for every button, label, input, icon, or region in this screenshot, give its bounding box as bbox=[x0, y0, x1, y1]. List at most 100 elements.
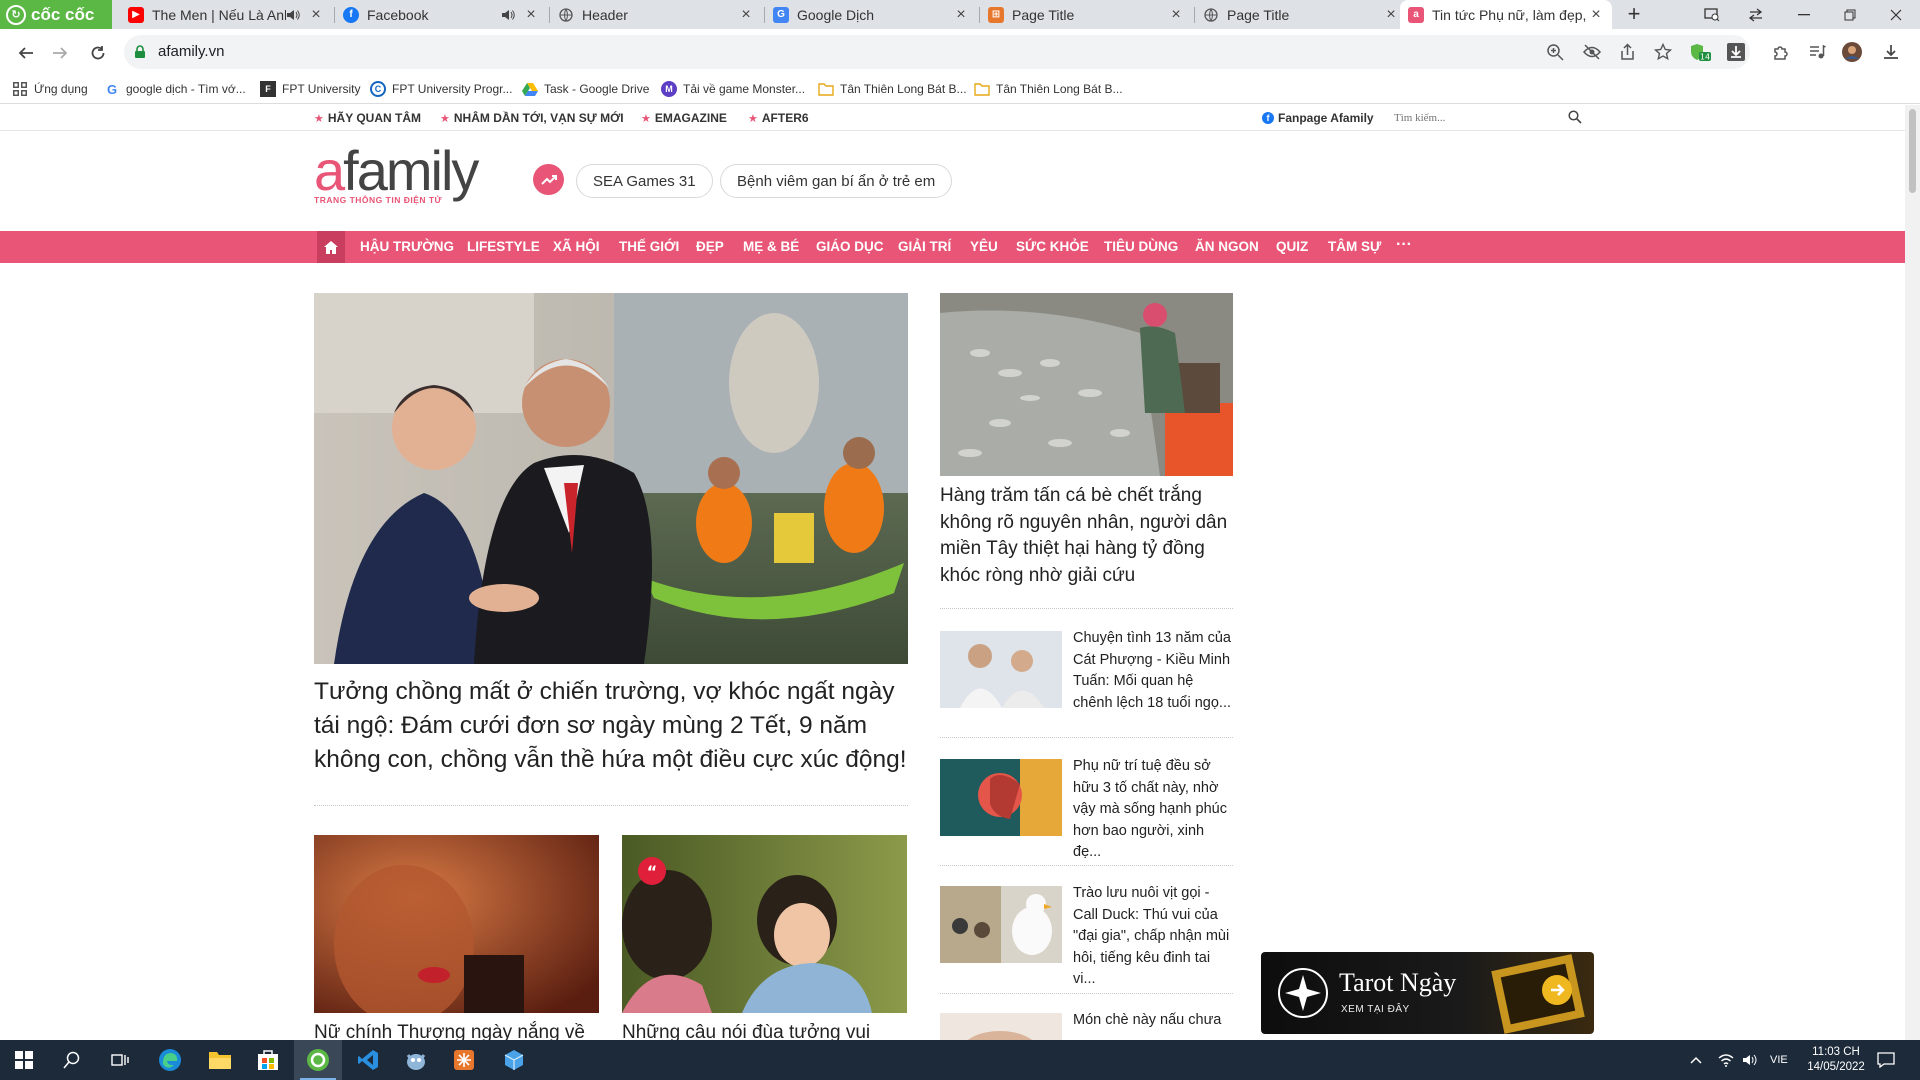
windows-start-icon[interactable] bbox=[0, 1040, 48, 1080]
tab-page-title-2[interactable]: Page Title × bbox=[1195, 0, 1407, 29]
nav-xa-hoi[interactable]: XÃ HỘI bbox=[553, 239, 600, 254]
nav-hau-truong[interactable]: HẬU TRƯỜNG bbox=[360, 239, 454, 254]
tab-header[interactable]: Header × bbox=[550, 0, 762, 29]
nav-giao-duc[interactable]: GIÁO DỤC bbox=[816, 239, 884, 254]
nav-tam-su[interactable]: TÂM SỰ bbox=[1328, 239, 1381, 254]
reload-icon[interactable] bbox=[86, 41, 110, 65]
new-tab-button[interactable]: + bbox=[1620, 0, 1648, 29]
toplink-nham-dan[interactable]: ★ NHÂM DẦN TỚI, VẠN SỰ MỚI bbox=[440, 111, 624, 125]
close-tab-icon[interactable]: × bbox=[308, 6, 324, 24]
download-icon[interactable] bbox=[1879, 40, 1903, 64]
bookmark-game-monster[interactable]: M Tải về game Monster... bbox=[661, 79, 805, 99]
secure-lock-icon[interactable] bbox=[134, 45, 146, 59]
close-tab-icon[interactable]: × bbox=[1168, 6, 1184, 24]
bookmark-thien-long-2[interactable]: Tân Thiên Long Bát B... bbox=[974, 79, 1123, 99]
nav-tieu-dung[interactable]: TIÊU DÙNG bbox=[1104, 239, 1178, 254]
nav-more[interactable]: ··· bbox=[1396, 236, 1412, 254]
site-search-input[interactable] bbox=[1392, 108, 1562, 128]
hero-article-image[interactable] bbox=[314, 293, 908, 664]
language-indicator[interactable]: VIE bbox=[1770, 1040, 1788, 1080]
nav-lifestyle[interactable]: LIFESTYLE bbox=[467, 239, 540, 254]
share-icon[interactable] bbox=[1615, 40, 1639, 64]
sub-article-title-1[interactable]: Nữ chính Thượng ngày nắng về bbox=[314, 1022, 585, 1040]
page-scrollbar[interactable] bbox=[1905, 105, 1920, 1040]
edge-icon[interactable] bbox=[146, 1040, 194, 1080]
nav-an-ngon[interactable]: ĂN NGON bbox=[1195, 239, 1259, 254]
tab-youtube[interactable]: ▶ The Men | Nếu Là Anh × bbox=[120, 0, 332, 29]
speaker-icon[interactable] bbox=[501, 9, 517, 21]
nav-me-be[interactable]: MẸ & BÉ bbox=[743, 239, 799, 254]
sub-article-image-1[interactable] bbox=[314, 835, 599, 1013]
tab-search-icon[interactable] bbox=[1690, 0, 1734, 29]
close-window-icon[interactable] bbox=[1874, 0, 1918, 29]
media-controls-icon[interactable] bbox=[1805, 40, 1829, 64]
profile-avatar[interactable] bbox=[1840, 40, 1864, 64]
bookmark-apps[interactable]: Ứng dụng bbox=[12, 79, 88, 99]
notification-icon[interactable] bbox=[1877, 1040, 1895, 1080]
wifi-icon[interactable] bbox=[1718, 1040, 1734, 1080]
minimize-icon[interactable] bbox=[1782, 0, 1826, 29]
system-clock[interactable]: 11:03 CH 14/05/2022 bbox=[1799, 1045, 1873, 1075]
close-tab-icon[interactable]: × bbox=[738, 6, 754, 24]
restore-icon[interactable] bbox=[1828, 0, 1872, 29]
close-tab-icon[interactable]: × bbox=[953, 6, 969, 24]
html-editor-icon[interactable] bbox=[440, 1040, 488, 1080]
bookmark-fpt-program[interactable]: C FPT University Progr... bbox=[370, 79, 512, 99]
side-main-image[interactable] bbox=[940, 293, 1233, 476]
nav-giai-tri[interactable]: GIẢI TRÍ bbox=[898, 239, 951, 254]
bookmark-star-icon[interactable] bbox=[1651, 40, 1675, 64]
bookmark-google-drive[interactable]: Task - Google Drive bbox=[522, 79, 649, 99]
nav-quiz[interactable]: QUIZ bbox=[1276, 239, 1308, 254]
microsoft-store-icon[interactable] bbox=[244, 1040, 292, 1080]
close-tab-icon[interactable]: × bbox=[523, 6, 539, 24]
fanpage-link[interactable]: f Fanpage Afamily bbox=[1262, 111, 1374, 125]
tab-google-translate[interactable]: G Google Dịch × bbox=[765, 0, 977, 29]
nav-suc-khoe[interactable]: SỨC KHỎE bbox=[1016, 239, 1089, 254]
back-icon[interactable] bbox=[14, 41, 38, 65]
show-hidden-icons[interactable] bbox=[1690, 1040, 1702, 1080]
app-cat-icon[interactable] bbox=[392, 1040, 440, 1080]
file-explorer-icon[interactable] bbox=[196, 1040, 244, 1080]
toplink-after6[interactable]: ★ AFTER6 bbox=[748, 111, 809, 125]
tab-page-title-1[interactable]: ⊞ Page Title × bbox=[980, 0, 1192, 29]
back-forward-cache-icon[interactable] bbox=[1734, 0, 1778, 29]
hero-article-title[interactable]: Tưởng chồng mất ở chiến trường, vợ khóc … bbox=[314, 675, 910, 777]
vscode-icon[interactable] bbox=[344, 1040, 392, 1080]
close-tab-icon[interactable]: × bbox=[1383, 6, 1399, 24]
extensions-puzzle-icon[interactable] bbox=[1769, 40, 1793, 64]
sub-article-image-2[interactable]: “ bbox=[622, 835, 907, 1013]
zoom-icon[interactable] bbox=[1543, 40, 1567, 64]
afamily-logo[interactable]: afamily TRANG THÔNG TIN ĐIỆN TỬ bbox=[314, 143, 479, 206]
hide-eye-icon[interactable] bbox=[1580, 40, 1604, 64]
trending-tag-viem-gan[interactable]: Bệnh viêm gan bí ẩn ở trẻ em bbox=[720, 164, 953, 198]
side-main-title[interactable]: Hàng trăm tấn cá bè chết trắng không rõ … bbox=[940, 483, 1236, 589]
tarot-ad-banner[interactable]: Tarot Ngày XEM TẠI ĐÂY bbox=[1261, 952, 1594, 1034]
toplink-hay-quan-tam[interactable]: ★ HÃY QUAN TÂM bbox=[314, 111, 421, 125]
toplink-emagazine[interactable]: ★ EMAGAZINE bbox=[641, 111, 727, 125]
nav-yeu[interactable]: YÊU bbox=[970, 239, 998, 254]
home-icon[interactable] bbox=[317, 231, 345, 263]
speaker-icon[interactable] bbox=[286, 9, 302, 21]
search-icon[interactable] bbox=[48, 1040, 96, 1080]
nav-dep[interactable]: ĐẸP bbox=[696, 239, 724, 254]
coccoc-menu-button[interactable]: ↻ cốc cốc bbox=[0, 0, 112, 29]
bookmark-fpt-university[interactable]: F FPT University bbox=[260, 79, 360, 99]
forward-icon[interactable] bbox=[48, 41, 72, 65]
app-cube-icon[interactable] bbox=[490, 1040, 538, 1080]
extension-shield-icon[interactable]: 14 bbox=[1688, 40, 1712, 64]
close-tab-icon[interactable]: × bbox=[1588, 6, 1604, 24]
address-bar[interactable]: afamily.vn bbox=[124, 35, 1750, 69]
tab-facebook[interactable]: f Facebook × bbox=[335, 0, 547, 29]
task-view-icon[interactable] bbox=[96, 1040, 144, 1080]
coccoc-taskbar-icon[interactable] bbox=[294, 1040, 342, 1080]
tab-afamily[interactable]: a Tin tức Phụ nữ, làm đẹp, × bbox=[1400, 0, 1612, 29]
trending-tag-sea-games[interactable]: SEA Games 31 bbox=[576, 164, 713, 198]
search-icon[interactable] bbox=[1568, 110, 1582, 124]
address-url[interactable]: afamily.vn bbox=[158, 43, 224, 60]
volume-icon[interactable] bbox=[1742, 1040, 1758, 1080]
bookmark-thien-long-1[interactable]: Tân Thiên Long Bát B... bbox=[818, 79, 967, 99]
bookmark-google-dich[interactable]: G google dịch - Tìm vớ... bbox=[104, 79, 246, 99]
nav-the-gioi[interactable]: THẾ GIỚI bbox=[619, 239, 679, 254]
sub-article-title-2[interactable]: Những câu nói đùa tưởng vui bbox=[622, 1022, 870, 1040]
scrollbar-thumb[interactable] bbox=[1909, 109, 1916, 193]
